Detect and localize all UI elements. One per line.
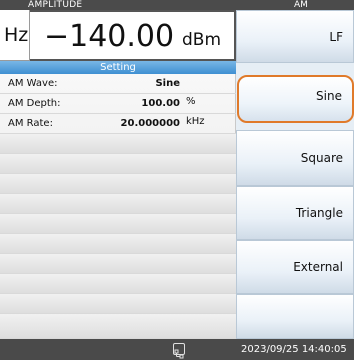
setting-row-empty: [0, 314, 236, 339]
setting-row-empty: [0, 294, 236, 314]
setting-row-am-depth: AM Depth: 100.00 %: [0, 94, 236, 114]
softkey-sine[interactable]: Sine: [237, 75, 354, 123]
setting-unit: %: [186, 96, 196, 107]
softkey-square[interactable]: Square: [236, 130, 354, 186]
softkey-label: Sine: [316, 89, 342, 103]
amplitude-value: −140.00: [44, 19, 175, 54]
softkey-label: External: [293, 260, 343, 274]
setting-header: Setting: [0, 61, 236, 74]
softkey-label: Triangle: [295, 206, 343, 220]
amplitude-row: Hz −140.00 dBm: [0, 10, 236, 61]
amplitude-header: AMPLITUDE: [0, 0, 236, 10]
setting-label: AM Depth:: [8, 98, 61, 109]
setting-value: 20.000000: [120, 118, 180, 129]
setting-row-empty: [0, 154, 236, 174]
amplitude-unit: dBm: [182, 30, 222, 50]
softkey-label: LF: [329, 29, 343, 44]
softkey-panel: LF Sine Square Triangle External: [236, 10, 354, 339]
setting-row-empty: [0, 254, 236, 274]
setting-row-am-rate: AM Rate: 20.000000 kHz: [0, 114, 236, 134]
softkey-label: Square: [300, 151, 343, 165]
softkey-external[interactable]: External: [236, 240, 354, 294]
setting-label: AM Wave:: [8, 78, 58, 89]
network-icon: [173, 343, 185, 359]
setting-row-empty: [0, 214, 236, 234]
frequency-unit-label: Hz: [0, 10, 30, 61]
menu-header: AM: [236, 0, 354, 10]
setting-row-empty: [0, 234, 236, 254]
softkey-triangle[interactable]: Triangle: [236, 186, 354, 240]
status-datetime: 2023/09/25 14:40:05: [241, 344, 347, 355]
setting-row-empty: [0, 274, 236, 294]
softkey-lf[interactable]: LF: [236, 10, 354, 63]
softkey-blank[interactable]: [236, 294, 354, 339]
status-bar: 2023/09/25 14:40:05: [0, 339, 354, 360]
setting-value: 100.00: [141, 98, 180, 109]
setting-unit: kHz: [186, 116, 205, 127]
settings-table: AM Wave: Sine AM Depth: 100.00 % AM Rate…: [0, 74, 236, 339]
setting-row-empty: [0, 174, 236, 194]
setting-row-empty: [0, 194, 236, 214]
setting-label: AM Rate:: [8, 118, 53, 129]
setting-value: Sine: [155, 78, 180, 89]
setting-row-am-wave: AM Wave: Sine: [0, 74, 236, 94]
setting-row-empty: [0, 134, 236, 154]
amplitude-display[interactable]: −140.00 dBm: [30, 10, 236, 61]
